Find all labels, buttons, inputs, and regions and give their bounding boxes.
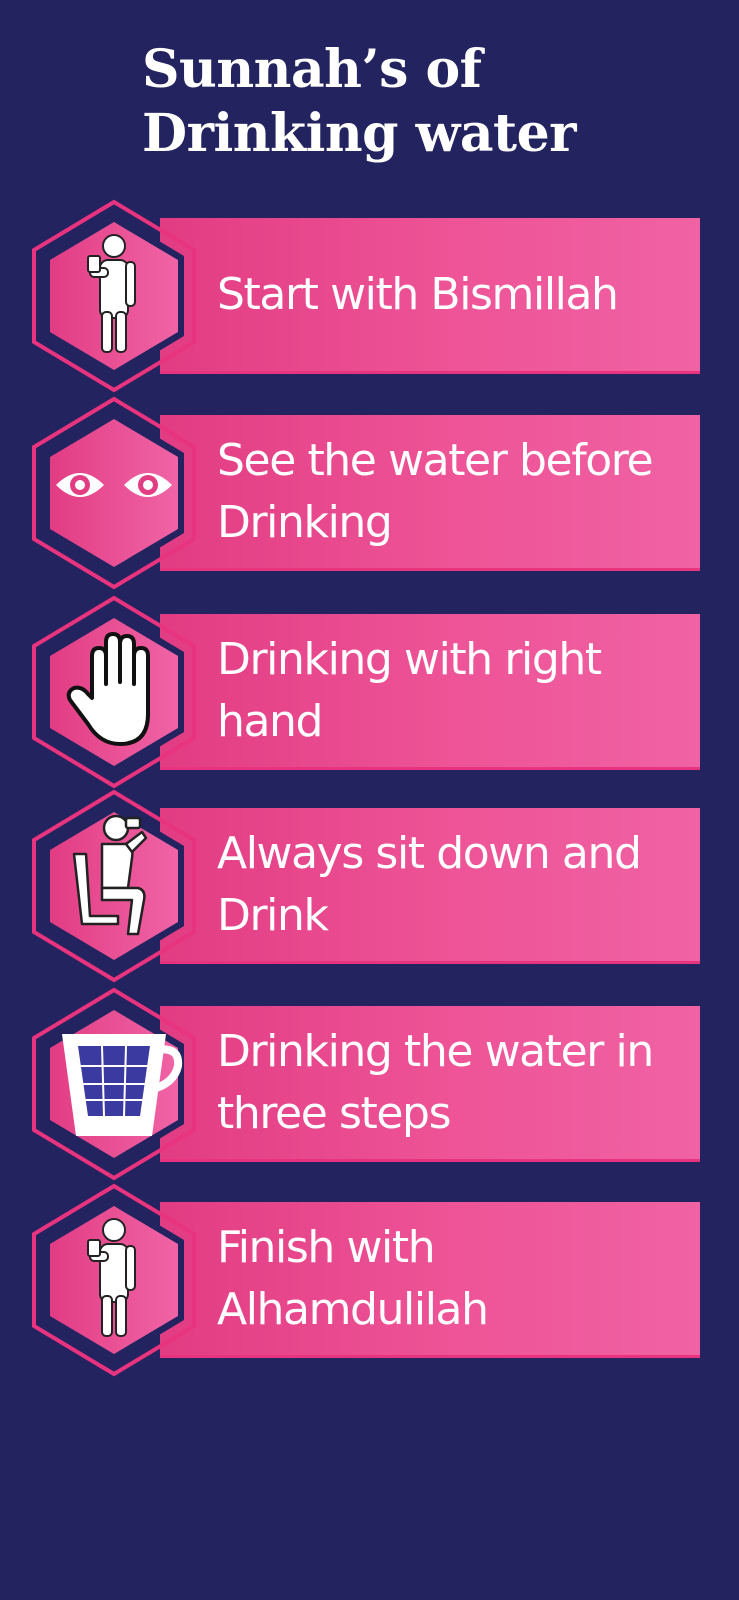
page-title: Sunnah’s of Drinking water [142, 38, 722, 166]
sunnah-card: See the water before Drinking [160, 415, 700, 571]
sunnah-item-right-hand: Drinking with right hand [0, 594, 739, 794]
sunnah-label: Drinking the water in three steps [217, 1025, 654, 1139]
sunnah-card: Always sit down and Drink [160, 808, 700, 964]
sitting-drinking-person-icon [32, 789, 196, 983]
sunnah-item-see-water: See the water before Drinking [0, 395, 739, 595]
sunnah-label: See the water before Drinking [217, 434, 654, 548]
sunnah-label: Start with Bismillah [217, 268, 619, 320]
eyes-icon [32, 396, 196, 590]
sunnah-card: Finish with Alhamdulilah [160, 1202, 700, 1358]
sunnah-label: Always sit down and Drink [217, 827, 642, 941]
person-holding-cup-icon [32, 199, 196, 393]
sunnah-card: Drinking the water in three steps [160, 1006, 700, 1162]
sunnah-label: Drinking with right hand [217, 633, 602, 747]
sunnah-item-sit-down: Always sit down and Drink [0, 788, 739, 988]
sunnah-card: Start with Bismillah [160, 218, 700, 374]
sunnah-label: Finish with Alhamdulilah [217, 1221, 489, 1335]
sunnah-item-bismillah: Start with Bismillah [0, 198, 739, 398]
sunnah-card: Drinking with right hand [160, 614, 700, 770]
hand-icon [32, 595, 196, 789]
cup-three-steps-icon [32, 987, 196, 1181]
person-holding-cup-icon [32, 1183, 196, 1377]
sunnah-item-three-steps: Drinking the water in three steps [0, 986, 739, 1186]
sunnah-item-alhamdulilah: Finish with Alhamdulilah [0, 1182, 739, 1382]
title-line-2: Drinking water [142, 103, 577, 164]
title-line-1: Sunnah’s of [142, 39, 482, 100]
